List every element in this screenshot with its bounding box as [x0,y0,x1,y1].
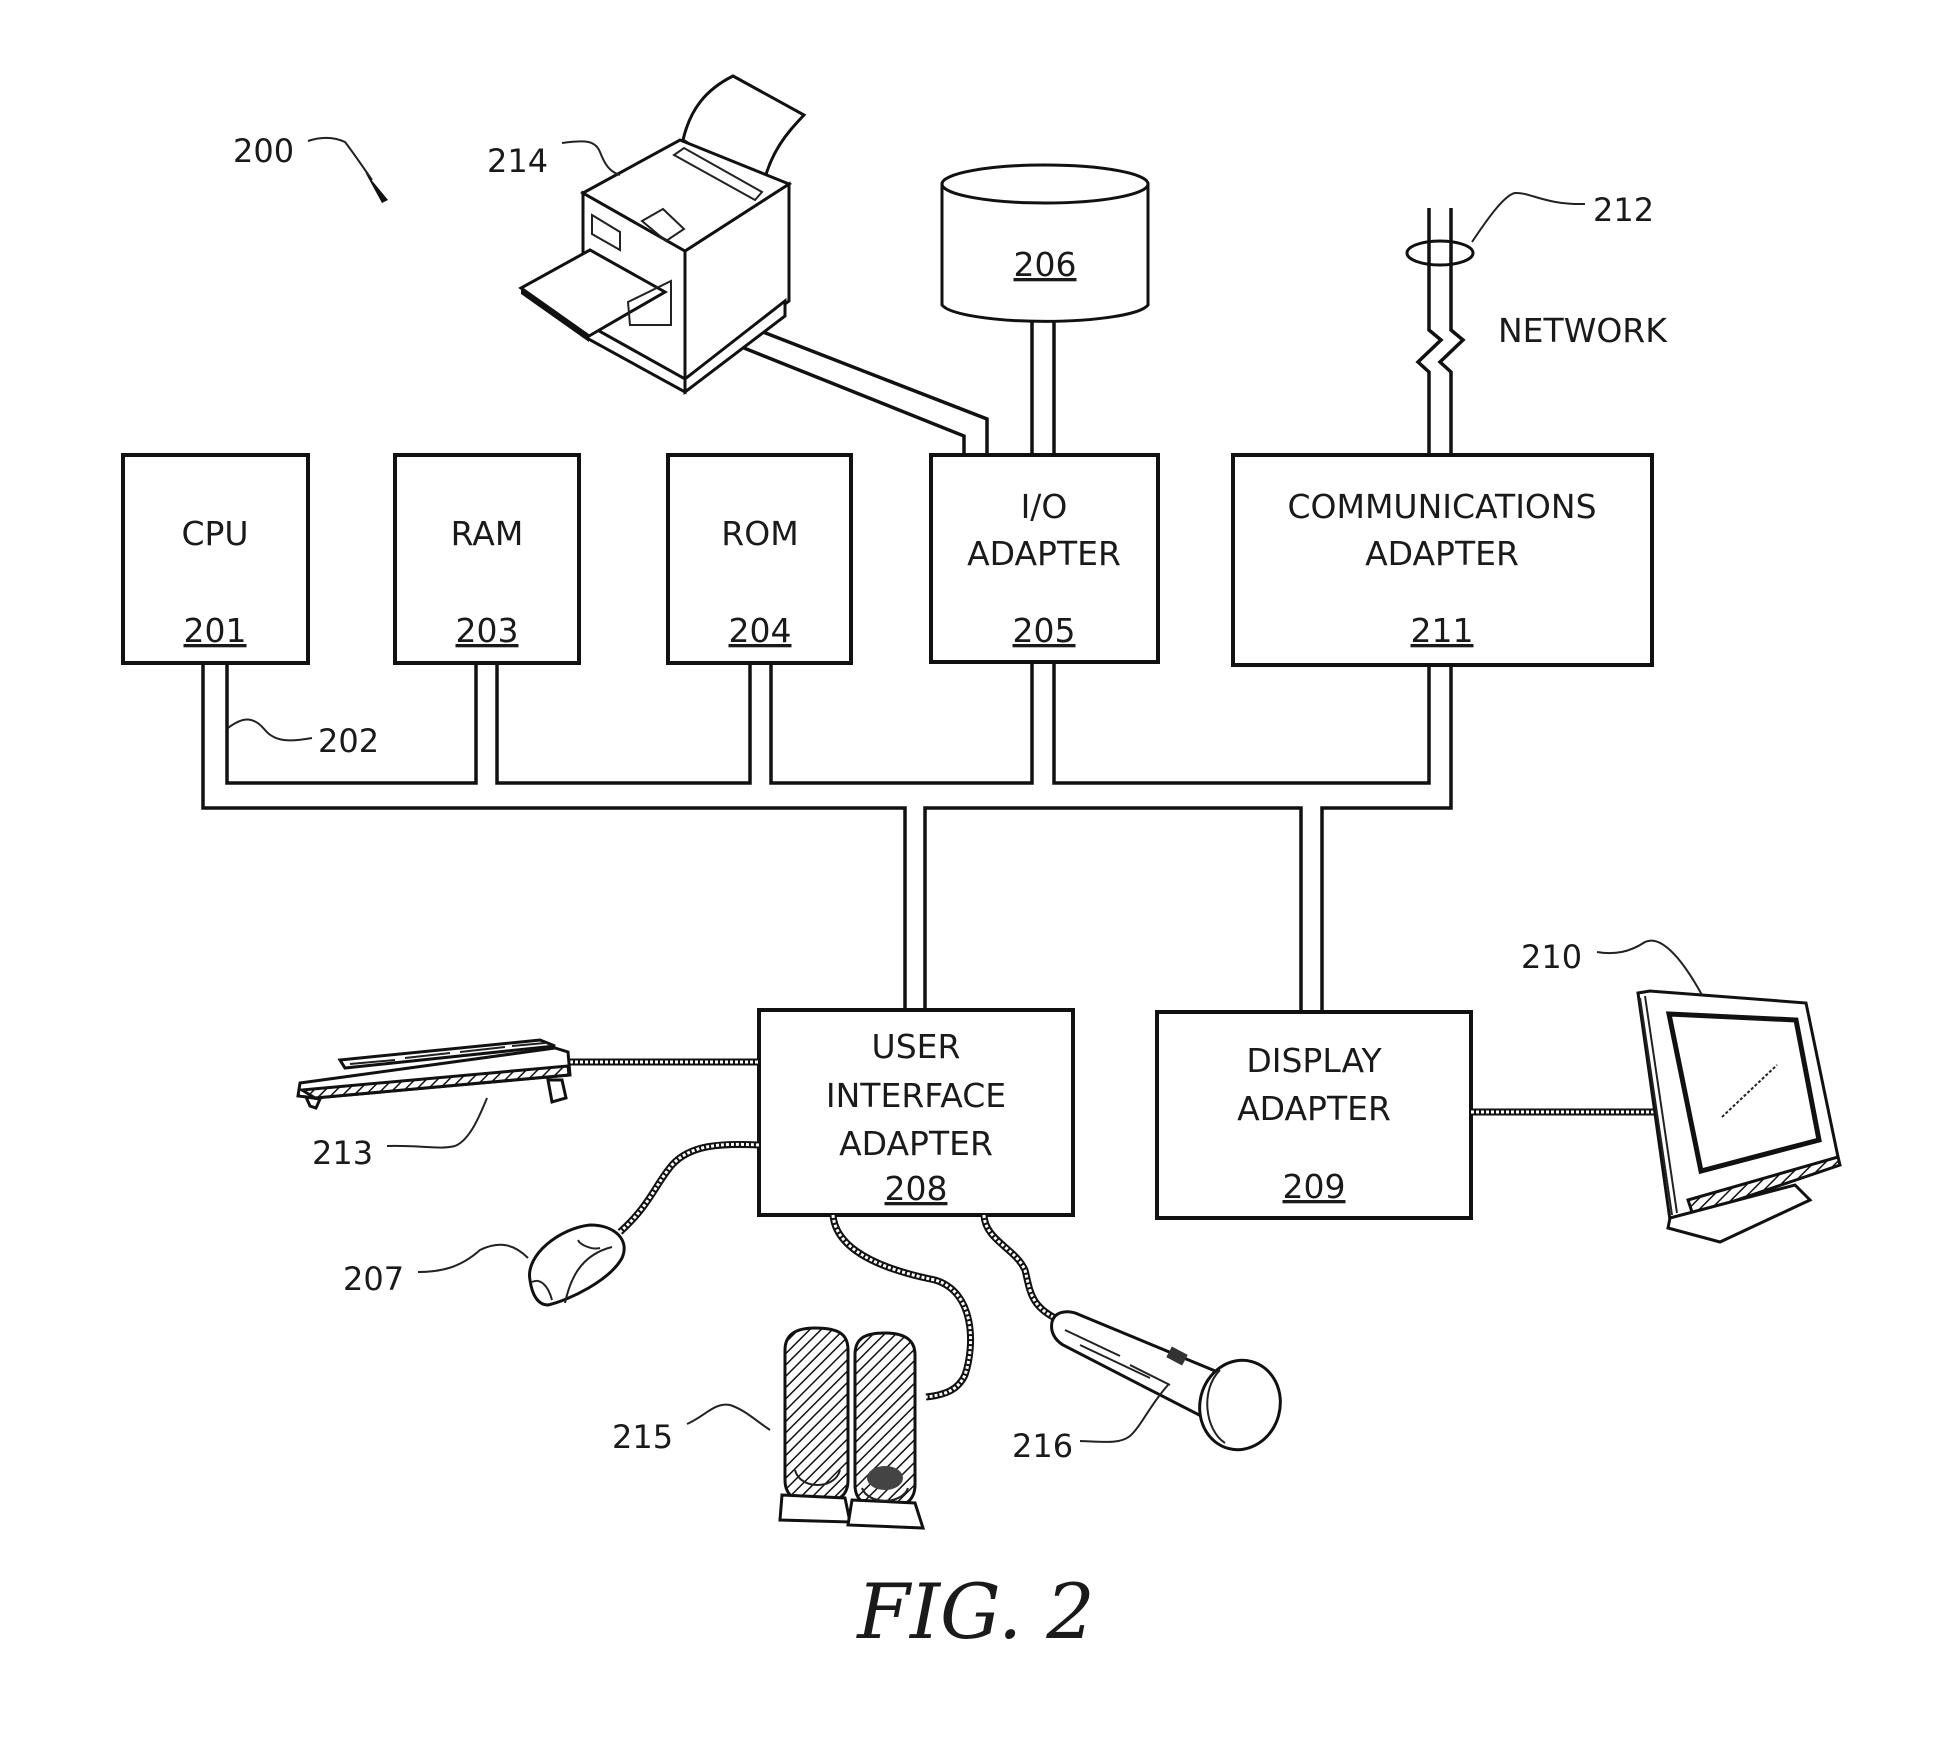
user-interface-adapter-box[interactable]: USER INTERFACE ADAPTER 208 [757,1008,1075,1217]
keyboard-icon [296,1038,572,1110]
bus-ref-label: 202 [318,722,379,760]
io-adapter-box[interactable]: I/O ADAPTER 205 [929,453,1160,664]
ram-box[interactable]: RAM 203 [393,453,581,665]
mouse-cable [617,1140,760,1235]
ui-adapter-label-line1: USER [872,1027,961,1066]
bus-leader-line [227,718,313,742]
comm-adapter-ref: 211 [1411,611,1474,650]
display-leader-line [1596,939,1703,996]
comm-adapter-label-line1: COMMUNICATIONS [1287,487,1596,526]
ram-ref: 203 [456,611,519,650]
system-arrow-icon [365,172,388,203]
display-adapter-ref: 209 [1283,1167,1346,1206]
cpu-box[interactable]: CPU 201 [121,453,310,665]
display-monitor[interactable]: 210 [1471,938,1842,1244]
comm-adapter-label-line2: ADAPTER [1365,534,1519,573]
microphone-icon [1050,1310,1282,1452]
storage-ref: 206 [1014,245,1077,284]
microphone-ref: 216 [1012,1427,1073,1465]
ui-adapter-ref: 208 [885,1169,948,1208]
display-adapter-label-line2: ADAPTER [1237,1089,1391,1128]
microphone-cable [980,1214,1057,1322]
system-bus [201,663,1453,1010]
disk-top-icon [940,163,1150,205]
printer[interactable]: 214 [487,74,989,455]
ram-label: RAM [451,514,524,553]
mouse-cable-core [618,1142,760,1234]
mouse-leader-line [417,1243,529,1273]
ui-adapter-label-line3: ADAPTER [839,1124,993,1163]
mouse-ref: 207 [343,1260,404,1298]
mouse[interactable]: 207 [343,1140,760,1307]
printer-ref: 214 [487,142,548,180]
cpu-label: CPU [181,514,248,553]
communications-adapter-box[interactable]: COMMUNICATIONS ADAPTER 211 [1231,453,1654,667]
display-ref: 210 [1521,938,1582,976]
printer-cable-outer [738,344,966,455]
system-ref: 200 [233,132,388,203]
system-ref-label: 200 [233,132,294,170]
storage-disk[interactable]: 206 [940,163,1150,455]
monitor-icon [1636,989,1842,1244]
printer-icon [518,74,807,396]
network-leader-line [1471,191,1586,243]
printer-leader-line [561,140,621,176]
printer-cable-inner [762,330,989,455]
rom-ref: 204 [729,611,792,650]
speakers-leader-line [686,1403,771,1431]
ui-adapter-label-line2: INTERFACE [826,1076,1006,1115]
patent-figure: 202 CPU 201 RAM 203 ROM 204 I/O ADAPTER … [121,74,1842,1656]
speakers[interactable]: 215 [612,1214,975,1530]
io-adapter-ref: 205 [1013,611,1076,650]
mouse-icon [528,1223,626,1307]
rom-box[interactable]: ROM 204 [666,453,853,665]
keyboard-ref: 213 [312,1134,373,1172]
network-line-left [1415,208,1444,455]
keyboard-leader-line [386,1097,488,1149]
rom-label: ROM [721,514,798,553]
system-leader-line [307,136,373,181]
network-line-right [1437,208,1466,455]
figure-caption: FIG. 2 [855,1567,1094,1656]
speakers-icon [778,1326,926,1530]
network-link-icon [1405,239,1475,267]
speakers-ref: 215 [612,1418,673,1456]
microphone[interactable]: 216 [980,1214,1290,1465]
network-link[interactable]: 212 NETWORK [1405,191,1668,455]
display-adapter-box[interactable]: DISPLAY ADAPTER 209 [1155,1010,1473,1220]
io-adapter-label-line2: ADAPTER [967,534,1121,573]
io-adapter-label-line1: I/O [1021,487,1068,526]
display-adapter-label-line1: DISPLAY [1246,1041,1382,1080]
storage-cable [1030,322,1056,455]
network-ref: 212 [1593,191,1654,229]
cpu-ref: 201 [184,611,247,650]
network-label: NETWORK [1498,311,1668,350]
